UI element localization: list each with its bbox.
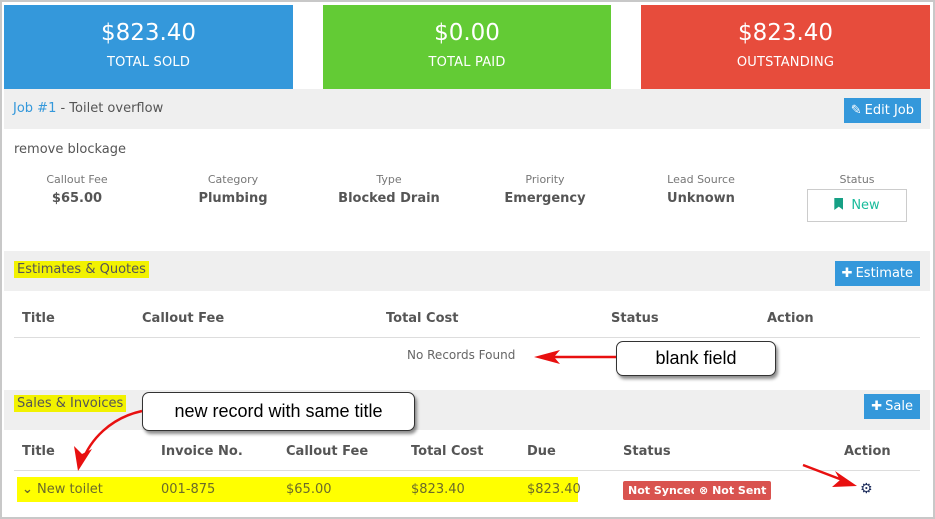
annotation-arrows — [74, 350, 857, 487]
arrow-to-row-title — [74, 409, 143, 471]
arrow-to-gear — [802, 463, 857, 487]
arrow-to-no-records — [534, 350, 616, 364]
